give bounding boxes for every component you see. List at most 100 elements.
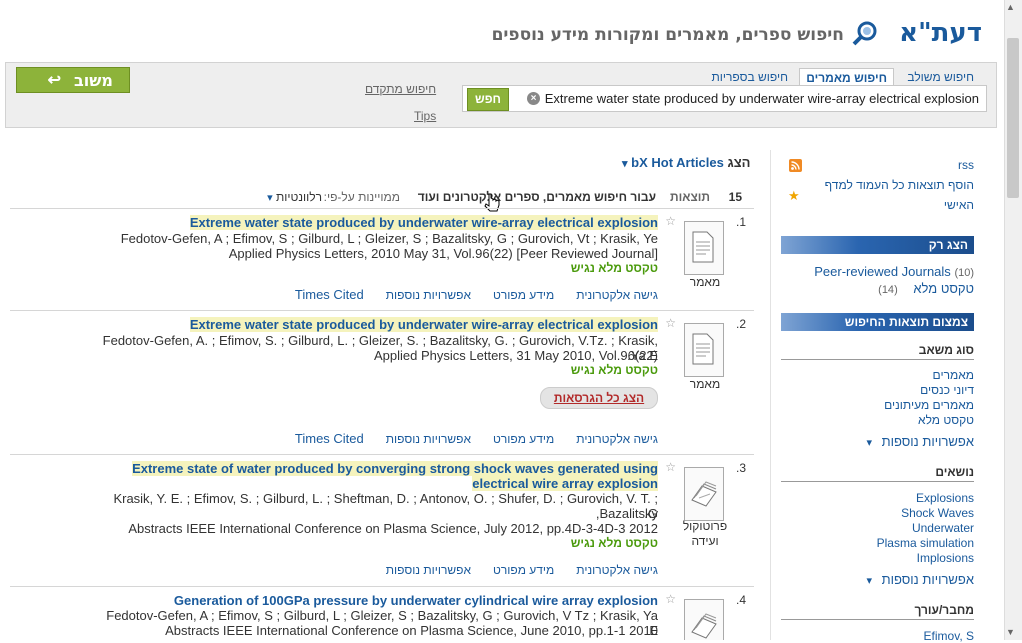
- star-icon[interactable]: ☆: [665, 460, 676, 474]
- facets-sidebar: rss הוסף תוצאות כל העמוד למדף האישי ★ הצ…: [781, 150, 974, 643]
- facet-topic[interactable]: Implosions: [917, 551, 974, 565]
- star-icon[interactable]: ☆: [665, 214, 676, 228]
- facet-full-text[interactable]: טקסט מלא (14): [878, 281, 974, 296]
- facet-count: (10): [954, 267, 974, 279]
- proceedings-icon: [691, 481, 717, 507]
- facet-newspaper-articles[interactable]: מאמרים מעיתונים: [884, 398, 974, 412]
- result-title-text[interactable]: Extreme water state produced by underwat…: [189, 317, 658, 332]
- result-source: Abstracts IEEE International Conference …: [165, 623, 658, 638]
- feedback-button[interactable]: משוב ↩: [16, 67, 130, 93]
- add-page-to-shelf-link-continued[interactable]: האישי: [944, 198, 974, 212]
- result-item: 4. ☆ Generation of 100GPa pressure by un…: [10, 593, 754, 640]
- tab-times-cited[interactable]: Times Cited: [295, 287, 364, 302]
- resource-type-label: מאמר: [689, 275, 721, 289]
- result-item: 2. מאמר ☆ Extreme water state produced b…: [10, 316, 754, 451]
- result-authors-continued: G.: [644, 506, 658, 521]
- rss-icon[interactable]: [789, 159, 802, 172]
- facet-topic[interactable]: Shock Waves: [901, 506, 974, 520]
- bx-label[interactable]: bX Hot Articles: [631, 155, 724, 170]
- more-options-toggle[interactable]: אפשרויות נוספות ▾: [866, 434, 974, 449]
- tips-link[interactable]: Tips: [414, 109, 436, 123]
- more-options-toggle[interactable]: אפשרויות נוספות ▾: [866, 572, 974, 587]
- search-input[interactable]: Extreme water state produced by underwat…: [462, 85, 987, 112]
- results-count-label: תוצאות: [670, 190, 710, 204]
- result-title[interactable]: Extreme water state produced by underwat…: [98, 215, 658, 230]
- results-count: 15: [728, 190, 742, 204]
- clear-search-icon[interactable]: ×: [527, 92, 540, 105]
- tab-online-access[interactable]: גישה אלקטרונית: [576, 432, 658, 446]
- tab-more-options[interactable]: אפשרויות נוספות: [386, 563, 471, 577]
- sort-prefix: ממויינות על-פי:: [323, 190, 400, 204]
- facet-author[interactable]: Efimov, S: [924, 629, 974, 643]
- scroll-up-icon[interactable]: ▲: [1006, 2, 1015, 12]
- star-icon[interactable]: ☆: [665, 316, 676, 330]
- facet-conference-proceedings[interactable]: דיוני כנסים: [920, 383, 974, 397]
- scroll-down-icon[interactable]: ▼: [1006, 627, 1015, 637]
- tab-more-options[interactable]: אפשרויות נוספות: [386, 432, 471, 446]
- feedback-button-label: משוב: [74, 71, 113, 90]
- article-thumbnail[interactable]: [684, 323, 724, 377]
- result-title-text[interactable]: electrical wire array explosion: [472, 476, 658, 491]
- logo-text: דעת"א: [899, 18, 982, 48]
- article-thumbnail[interactable]: [684, 221, 724, 275]
- result-source: Applied Physics Letters, 31 May 2010, Vo…: [374, 348, 658, 363]
- column-divider: [770, 150, 771, 640]
- resource-type-label: מאמר: [689, 377, 721, 391]
- proceedings-thumbnail[interactable]: [684, 467, 724, 521]
- chevron-down-icon: ▾: [622, 158, 628, 170]
- proceedings-thumbnail[interactable]: [684, 599, 724, 640]
- chevron-down-icon: ▾: [267, 192, 273, 204]
- author-editor-header: מחבר/עורך: [781, 603, 974, 620]
- results-summary-bar: 15 תוצאות עבור חיפוש מאמרים, ספרים אלקטר…: [10, 190, 754, 208]
- more-options-label[interactable]: אפשרויות נוספות: [882, 434, 974, 449]
- site-logo[interactable]: דעת"א: [852, 18, 982, 48]
- narrow-results-header: צמצום תוצאות החיפוש: [781, 313, 974, 331]
- facet-articles[interactable]: מאמרים: [933, 368, 974, 382]
- page-subtitle: חיפוש ספרים, מאמרים ומקורות מידע נוספים: [491, 25, 844, 45]
- facet-topic[interactable]: Plasma simulation: [877, 536, 974, 550]
- result-title[interactable]: Generation of 100GPa pressure by underwa…: [98, 593, 658, 608]
- tab-online-access[interactable]: גישה אלקטרונית: [576, 288, 658, 302]
- result-title[interactable]: Extreme water state produced by underwat…: [98, 317, 658, 332]
- search-panel: חיפוש משולב חיפוש מאמרים חיפוש בספריות E…: [5, 62, 997, 128]
- chevron-down-icon: ▾: [866, 575, 872, 587]
- star-icon[interactable]: ★: [788, 188, 800, 204]
- tab-details[interactable]: מידע מפורט: [493, 288, 554, 302]
- add-page-to-shelf-link[interactable]: הוסף תוצאות כל העמוד למדף: [825, 178, 974, 192]
- search-button[interactable]: חפש: [467, 88, 509, 111]
- results-scope: עבור חיפוש מאמרים, ספרים אלקטרונים ועוד: [417, 190, 656, 204]
- sort-select[interactable]: רלוונטיות ▾: [267, 190, 322, 204]
- results-divider: [10, 208, 754, 209]
- scrollbar-thumb[interactable]: [1007, 38, 1019, 198]
- search-query-text[interactable]: Extreme water state produced by underwat…: [545, 91, 979, 106]
- tab-details[interactable]: מידע מפורט: [493, 432, 554, 446]
- bx-hot-articles-toggle[interactable]: הצג bX Hot Articles ▾: [622, 155, 750, 170]
- document-icon: [692, 333, 714, 365]
- result-title-text[interactable]: Extreme water state produced by underwat…: [189, 215, 658, 230]
- tab-online-access[interactable]: גישה אלקטרונית: [576, 563, 658, 577]
- facet-label[interactable]: טקסט מלא: [913, 281, 974, 296]
- resource-type-label: פרוטוקול ועידה: [682, 519, 728, 548]
- result-number: 3.: [735, 461, 746, 475]
- facet-topic[interactable]: Underwater: [912, 521, 974, 535]
- result-number: 2.: [735, 317, 746, 331]
- advanced-search-link[interactable]: חיפוש מתקדם: [365, 82, 436, 96]
- bx-prefix: הצג: [727, 155, 751, 170]
- star-icon[interactable]: ☆: [665, 593, 676, 606]
- result-item: 1. מאמר ☆ Extreme water state produced b…: [10, 214, 754, 307]
- facet-count: (14): [878, 284, 898, 296]
- tab-times-cited[interactable]: Times Cited: [295, 431, 364, 446]
- results-divider: [10, 310, 754, 311]
- show-all-versions-button[interactable]: הצג כל הגרסאות: [540, 387, 658, 409]
- facet-topic[interactable]: Explosions: [916, 491, 974, 505]
- tab-details[interactable]: מידע מפורט: [493, 563, 554, 577]
- facet-full-text[interactable]: טקסט מלא: [918, 413, 974, 427]
- rss-link[interactable]: rss: [958, 158, 974, 172]
- more-options-label[interactable]: אפשרויות נוספות: [882, 572, 974, 587]
- result-number: 1.: [735, 215, 746, 229]
- facet-peer-reviewed[interactable]: Peer-reviewed Journals (10): [814, 264, 974, 279]
- tab-more-options[interactable]: אפשרויות נוספות: [386, 288, 471, 302]
- chevron-down-icon: ▾: [866, 437, 872, 449]
- facet-label[interactable]: Peer-reviewed Journals: [814, 264, 951, 279]
- result-title-continued[interactable]: electrical wire array explosion: [98, 476, 658, 491]
